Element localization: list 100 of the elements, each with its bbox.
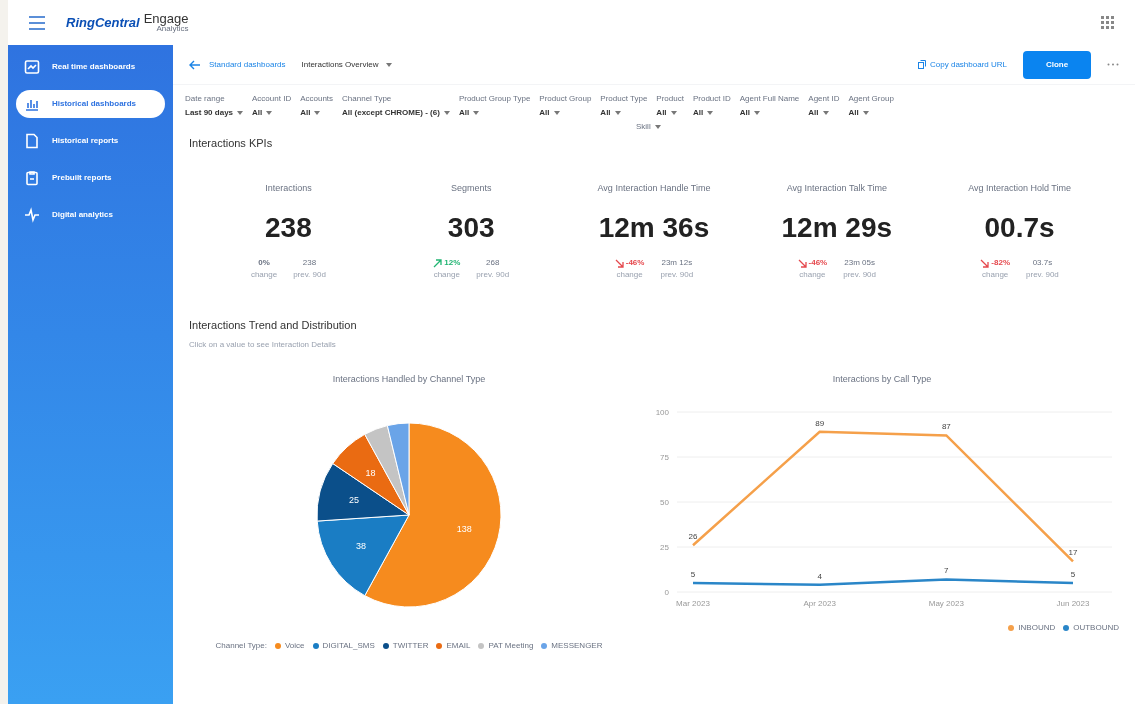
pie-slice[interactable] (316, 463, 410, 522)
section-subtitle: Click on a value to see Interaction Details (188, 338, 337, 351)
data-label: 89 (815, 418, 825, 428)
legend-label[interactable]: PAT Meeting (488, 640, 534, 652)
previous-value: 23m 05s (844, 257, 875, 269)
sidebar-item[interactable]: Digital analytics (16, 201, 165, 229)
filter-label: Agent Full Name (739, 93, 800, 105)
copy-url-button[interactable]: Copy dashboard URL (918, 58, 1007, 71)
kpi-value: 303 (447, 211, 495, 245)
filter-label: Product Group (539, 93, 592, 105)
previous-value: 268 (486, 257, 500, 269)
chart-title: Interactions by Call Type (832, 372, 932, 386)
legend-title: Channel Type: (215, 640, 267, 652)
pie-slice[interactable] (364, 425, 410, 516)
pie-slice[interactable] (316, 514, 410, 597)
filter-dropdown[interactable]: All (739, 107, 800, 119)
pie-slice[interactable] (386, 422, 410, 516)
change-percent: -46% (625, 257, 645, 269)
x-tick-label: May 2023 (928, 599, 964, 608)
document-icon (24, 133, 40, 149)
legend-label[interactable]: TWITTER (392, 640, 429, 652)
filter-dropdown[interactable]: All (458, 107, 531, 119)
change-caption: change (982, 269, 1009, 281)
chart-title: Interactions Handled by Channel Type (332, 372, 486, 386)
caret-icon (386, 62, 393, 67)
pie-slice[interactable] (332, 433, 410, 516)
back-arrow-icon[interactable] (189, 59, 201, 70)
filter-dropdown[interactable]: All (except CHROME) - (6) (342, 107, 450, 119)
copy-icon (918, 60, 927, 69)
change-caption: change (250, 269, 278, 281)
logo-subtitle: Analytics (156, 25, 189, 33)
kpi-value: 00.7s (984, 211, 1055, 245)
caret-icon (862, 111, 869, 115)
previous-caption: prev. 90d (660, 269, 694, 281)
slice-value-label: 38 (355, 540, 366, 551)
change-caption: change (799, 269, 826, 281)
pulse-icon (24, 207, 40, 223)
previous-caption: prev. 90d (1026, 269, 1059, 281)
y-tick-label: 0 (664, 588, 669, 597)
filter-dropdown[interactable]: All (656, 107, 684, 119)
previous-caption: prev. 90d (476, 269, 510, 281)
data-label: 5 (1070, 570, 1076, 579)
legend-label[interactable]: Voice (284, 640, 305, 652)
filter-dropdown[interactable]: All (600, 107, 648, 119)
caret-icon (614, 111, 621, 115)
filter-dropdown[interactable]: Skill (636, 121, 661, 133)
sidebar-item[interactable]: Prebuilt reports (16, 164, 165, 192)
menu-icon[interactable] (28, 15, 46, 30)
legend-label[interactable]: EMAIL (446, 640, 471, 652)
filter-label: Product Group Type (458, 93, 531, 105)
legend-label[interactable]: MESSENGER (551, 640, 603, 652)
previous-value: 238 (302, 257, 317, 269)
caret-icon (314, 111, 321, 115)
caret-icon (654, 125, 661, 129)
y-tick-label: 25 (660, 543, 669, 552)
previous-value: 03.7s (1032, 257, 1053, 269)
legend-label[interactable]: OUTBOUND (1073, 622, 1119, 634)
change-percent: -82% (991, 257, 1011, 269)
filter-dropdown[interactable]: All (300, 107, 334, 119)
apps-grid-icon[interactable] (1101, 15, 1115, 30)
change-caption: change (433, 269, 460, 281)
data-label: 5 (690, 570, 696, 579)
kpi-value: 238 (265, 211, 312, 245)
sidebar-item[interactable]: Historical dashboards (16, 90, 165, 118)
breadcrumb-link[interactable]: Standard dashboards (209, 58, 286, 71)
slice-value-label: 25 (348, 495, 359, 506)
x-tick-label: Apr 2023 (803, 599, 836, 608)
kpi-label: Avg Interaction Talk Time (786, 181, 887, 195)
slice-value-label: 138 (456, 524, 472, 535)
change-percent: 0% (258, 257, 270, 269)
caret-icon (753, 111, 760, 115)
change-caption: change (616, 269, 643, 281)
filter-dropdown[interactable]: All (692, 107, 731, 119)
kpi-label: Avg Interaction Handle Time (597, 181, 711, 195)
previous-caption: prev. 90d (843, 269, 876, 281)
pie-slice[interactable] (364, 422, 502, 608)
data-label: 4 (817, 571, 822, 581)
caret-icon (473, 111, 480, 115)
caret-icon (707, 111, 714, 115)
y-tick-label: 50 (660, 498, 669, 507)
legend-label[interactable]: INBOUND (1018, 622, 1056, 634)
filter-dropdown[interactable]: Last 90 days (185, 107, 244, 119)
dashboard-dropdown[interactable]: Interactions Overview (301, 58, 393, 71)
filter-label: Channel Type (342, 93, 393, 105)
clone-button[interactable]: Clone (1023, 50, 1091, 79)
previous-value: 23m 12s (661, 257, 693, 269)
caret-icon (822, 111, 829, 115)
legend-label[interactable]: DIGITAL_SMS (322, 640, 375, 652)
clipboard-icon (24, 170, 40, 186)
more-icon[interactable] (1107, 63, 1119, 66)
filter-dropdown[interactable]: All (539, 107, 592, 119)
change-percent: -46% (808, 257, 828, 269)
sidebar-item[interactable]: Historical reports (16, 127, 165, 155)
filter-dropdown[interactable]: All (252, 107, 292, 119)
data-label: 17 (1068, 548, 1078, 558)
filter-dropdown[interactable]: All (808, 107, 840, 119)
sidebar-item[interactable]: Real time dashboards (16, 53, 165, 81)
filter-dropdown[interactable]: All (848, 107, 894, 119)
y-tick-label: 75 (660, 453, 669, 462)
caret-icon (670, 111, 677, 115)
